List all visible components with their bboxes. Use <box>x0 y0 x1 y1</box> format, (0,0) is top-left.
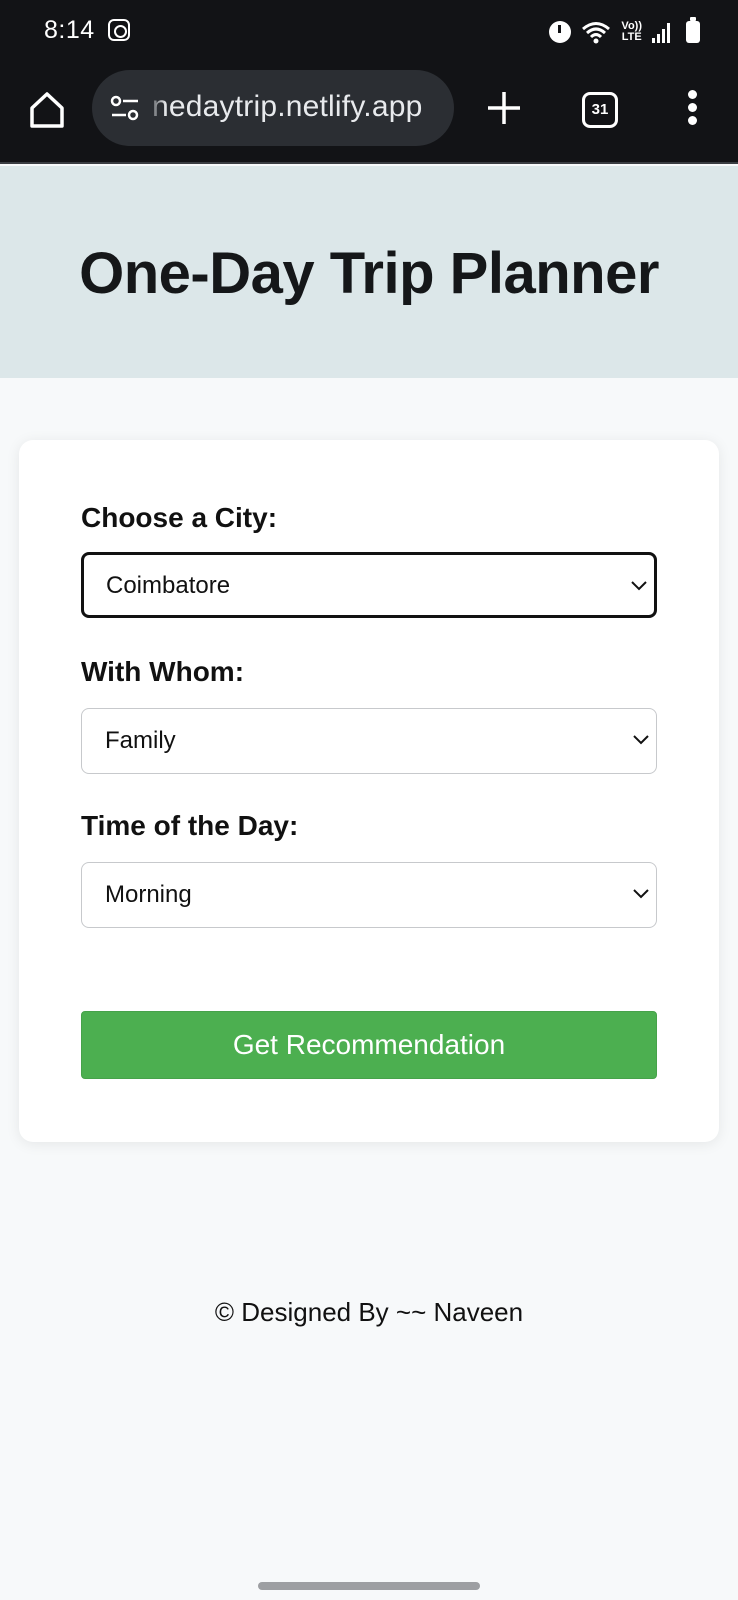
lte-label: LTE <box>621 31 642 43</box>
city-select-value: Coimbatore <box>106 572 231 599</box>
chevron-down-icon <box>633 889 649 899</box>
page-header: One-Day Trip Planner <box>0 166 738 378</box>
chevron-down-icon <box>631 581 647 591</box>
wifi-icon <box>582 22 611 44</box>
network-type-indicator: Vo)) LTE <box>621 21 642 43</box>
site-settings-icon[interactable] <box>110 94 140 122</box>
trip-form-card: Choose a City: Coimbatore With Whom: Fam… <box>19 440 719 1142</box>
get-recommendation-button[interactable]: Get Recommendation <box>81 1011 657 1079</box>
signal-strength-icon <box>652 21 676 43</box>
city-label: Choose a City: <box>81 502 278 533</box>
time-of-day-label: Time of the Day: <box>81 810 299 841</box>
alarm-icon <box>549 21 572 43</box>
status-bar: 8:14 Vo)) LTE <box>0 0 738 62</box>
address-bar[interactable]: nedaytrip.netlify.app <box>92 70 454 146</box>
gesture-navigation-bar[interactable] <box>258 1582 480 1590</box>
status-time: 8:14 <box>44 16 95 44</box>
companion-select-value: Family <box>105 727 176 754</box>
overflow-menu-icon[interactable] <box>682 90 702 130</box>
chevron-down-icon <box>633 735 649 745</box>
url-fade <box>146 70 166 146</box>
battery-icon <box>686 17 700 43</box>
page-title: One-Day Trip Planner <box>79 241 659 306</box>
home-icon[interactable] <box>28 90 66 130</box>
companion-select[interactable]: Family <box>81 708 657 774</box>
companion-label: With Whom: <box>81 656 245 687</box>
url-text[interactable]: nedaytrip.netlify.app <box>152 90 422 124</box>
browser-toolbar: nedaytrip.netlify.app 31 <box>0 62 738 164</box>
status-icons: Vo)) LTE <box>549 17 700 46</box>
tab-switcher-button[interactable]: 31 <box>582 92 618 128</box>
new-tab-plus-icon[interactable] <box>484 86 524 130</box>
footer-credit: © Designed By ~~ Naveen <box>214 1297 524 1327</box>
time-of-day-select-value: Morning <box>105 881 192 908</box>
instagram-notification-icon <box>108 19 130 41</box>
time-of-day-select[interactable]: Morning <box>81 862 657 928</box>
city-select[interactable]: Coimbatore <box>81 552 657 618</box>
